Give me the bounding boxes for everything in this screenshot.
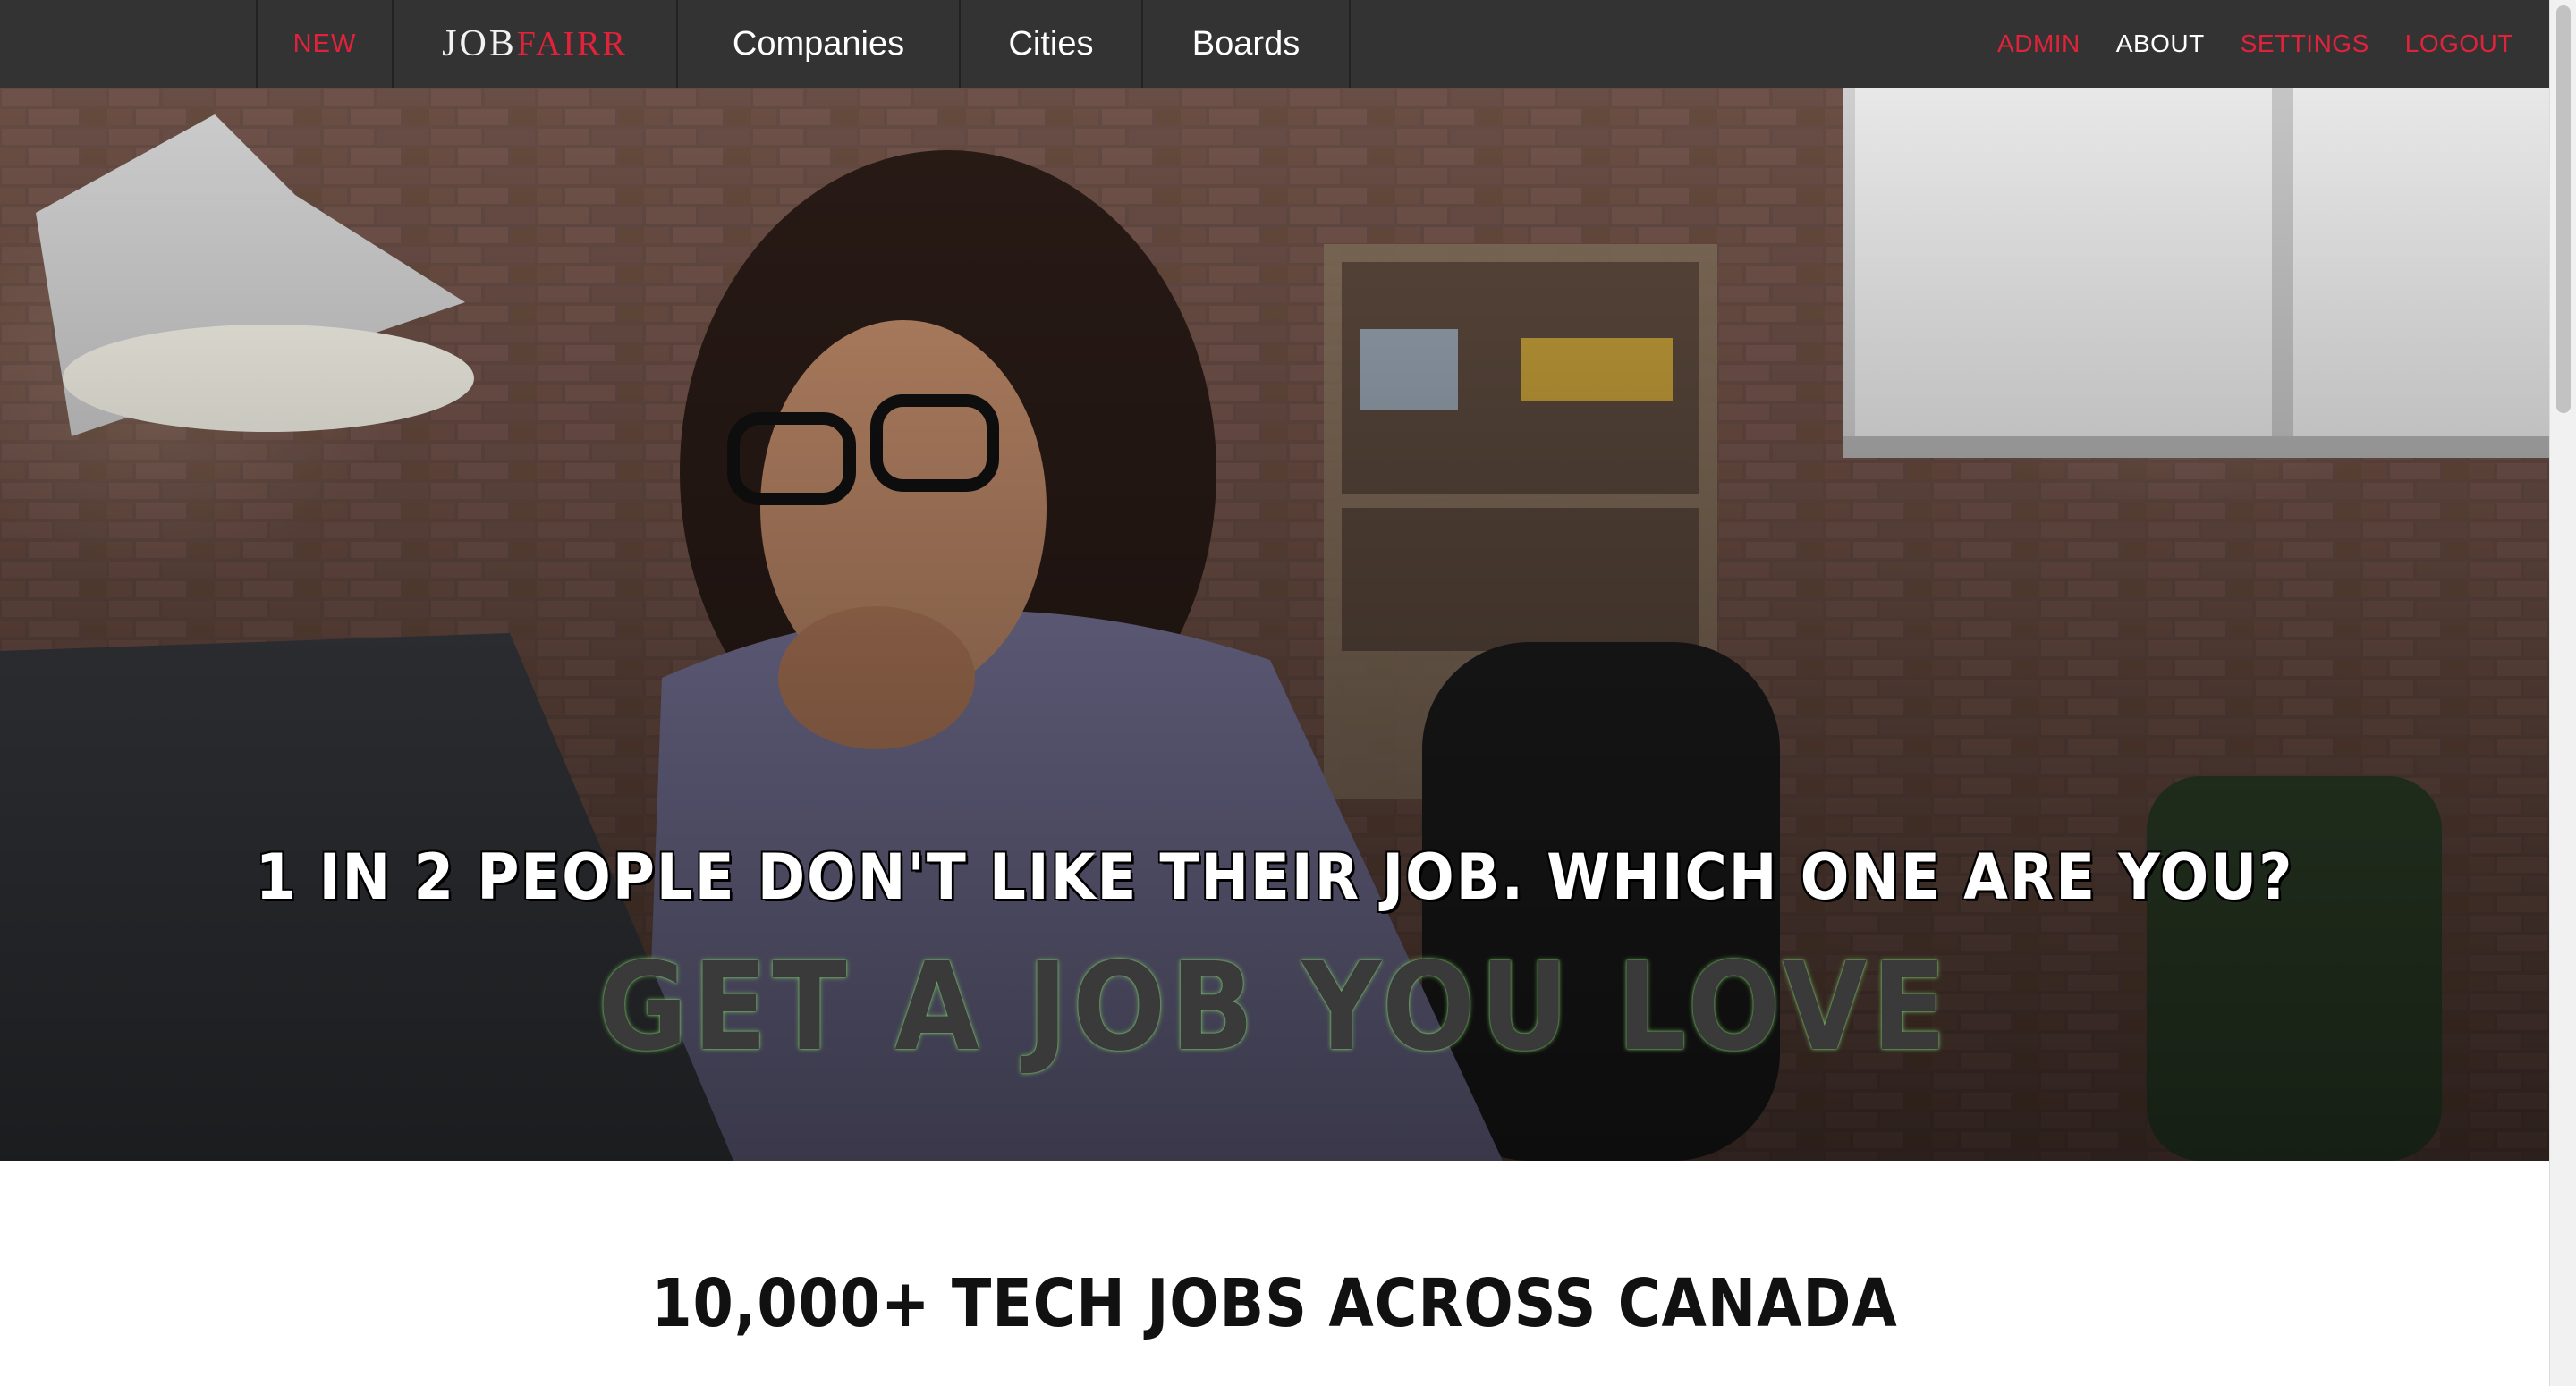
- nav-left-group: NEW JOB FAIRR Companies Cities Boards: [256, 0, 1351, 88]
- jobfairr-logo[interactable]: JOB FAIRR: [394, 0, 678, 88]
- nav-about-link[interactable]: ABOUT: [2116, 30, 2205, 58]
- nav-right-group: ADMIN ABOUT SETTINGS LOGOUT: [1997, 0, 2549, 88]
- nav-logout-link[interactable]: LOGOUT: [2405, 30, 2513, 58]
- hero-headline: GET A JOB YOU LOVE: [597, 937, 1952, 1078]
- vertical-scrollbar[interactable]: [2549, 0, 2576, 1386]
- scrollbar-thumb[interactable]: [2556, 5, 2571, 413]
- logo-fairr-text: FAIRR: [516, 25, 628, 63]
- hero-banner: 1 IN 2 PEOPLE DON'T LIKE THEIR JOB. WHIC…: [0, 88, 2549, 1161]
- nav-boards-link[interactable]: Boards: [1143, 0, 1351, 88]
- nav-new-link[interactable]: NEW: [258, 0, 394, 88]
- page: NEW JOB FAIRR Companies Cities Boards ADM…: [0, 0, 2576, 1386]
- logo-job-text: JOB: [442, 23, 517, 64]
- hero-tagline: 1 IN 2 PEOPLE DON'T LIKE THEIR JOB. WHIC…: [255, 841, 2294, 914]
- top-navbar: NEW JOB FAIRR Companies Cities Boards ADM…: [0, 0, 2549, 88]
- nav-cities-link[interactable]: Cities: [961, 0, 1143, 88]
- nav-companies-link[interactable]: Companies: [678, 0, 961, 88]
- nav-admin-link[interactable]: ADMIN: [1997, 30, 2080, 58]
- nav-settings-link[interactable]: SETTINGS: [2241, 30, 2369, 58]
- jobs-count-heading: 10,000+ TECH JOBS ACROSS CANADA: [651, 1265, 1898, 1342]
